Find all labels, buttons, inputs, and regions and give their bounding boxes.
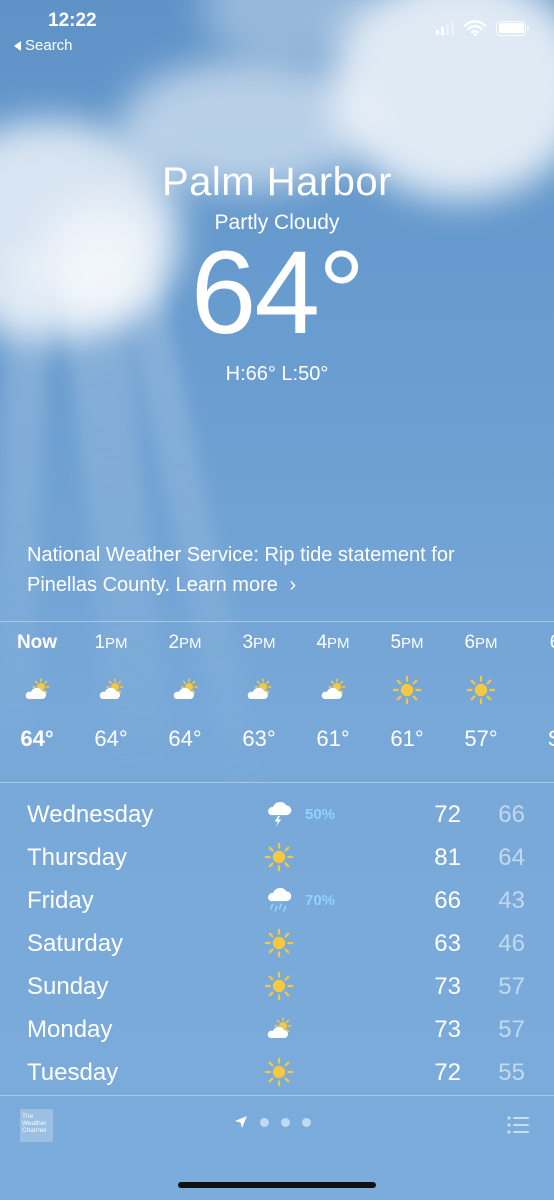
- hour-temperature: 61°: [390, 726, 424, 751]
- back-arrow-icon: [14, 40, 21, 51]
- hour-column: 2PM 64°: [148, 632, 222, 752]
- home-indicator[interactable]: [178, 1182, 376, 1188]
- page-dot: [281, 1117, 290, 1127]
- precip-chance: 70%: [305, 892, 336, 909]
- hour-label: 1PM: [94, 632, 128, 653]
- day-row: Friday 70% 66 43: [27, 879, 527, 922]
- hour-column: 5PM 61°: [370, 632, 444, 752]
- day-row: Saturday 63 46: [27, 922, 527, 965]
- day-high: 73: [434, 1015, 461, 1043]
- partly-cloudy-icon: [74, 662, 148, 718]
- thunderstorm-icon: [261, 797, 297, 831]
- hour-label: 6PM: [464, 632, 498, 653]
- day-name: Saturday: [27, 929, 124, 957]
- hour-label: 5PM: [390, 632, 424, 653]
- sun-icon: [444, 662, 518, 718]
- hour-column: Now 64°: [0, 632, 74, 752]
- divider: [0, 621, 554, 622]
- hour-column: 3PM 63°: [222, 632, 296, 752]
- city-name: Palm Harbor: [161, 160, 392, 204]
- day-row: Sunday 73 57: [27, 965, 527, 1008]
- partly-cloudy-icon: [296, 662, 370, 718]
- day-high: 72: [434, 800, 461, 828]
- rain-icon: [261, 883, 297, 917]
- hour-label: 6: [518, 632, 554, 662]
- hour-column: 6PM 57°: [444, 632, 518, 752]
- day-low: 66: [498, 800, 525, 828]
- hour-column: 4PM 61°: [296, 632, 370, 752]
- hour-column: 6S: [518, 632, 554, 752]
- day-name: Sunday: [27, 972, 109, 1000]
- day-high: 72: [434, 1058, 461, 1086]
- partly-cloudy-icon: [148, 662, 222, 718]
- day-high: 66: [434, 886, 461, 914]
- location-header: Palm Harbor Partly Cloudy 64° H:66° L:50…: [0, 160, 554, 386]
- battery-icon: [496, 20, 529, 36]
- sun-icon: [261, 969, 297, 1003]
- precip-chance: 50%: [305, 806, 336, 823]
- hour-temperature: 64°: [168, 726, 202, 751]
- day-row: Thursday 81 64: [27, 836, 527, 879]
- sun-icon: [261, 1055, 297, 1089]
- day-name: Friday: [27, 886, 94, 914]
- hour-temperature: 61°: [316, 726, 350, 751]
- page-indicator[interactable]: [234, 1115, 311, 1129]
- weather-alert-link[interactable]: National Weather Service: Rip tide state…: [27, 540, 527, 600]
- day-high: 63: [434, 929, 461, 957]
- day-row: Monday 73 57: [27, 1008, 527, 1051]
- day-low: 57: [498, 972, 525, 1000]
- day-high: 81: [434, 843, 461, 871]
- partly-cloudy-icon: [222, 662, 296, 718]
- page-dot: [260, 1117, 269, 1127]
- alert-text: National Weather Service: Rip tide state…: [27, 544, 455, 596]
- hour-temperature: S: [518, 726, 554, 752]
- weather-channel-logo[interactable]: The Weather Channel: [20, 1109, 53, 1142]
- day-low: 57: [498, 1015, 525, 1043]
- day-row: Tuesday 72 55: [27, 1051, 527, 1094]
- sun-icon: [261, 926, 297, 960]
- partly-cloudy-icon: [261, 1012, 297, 1046]
- hour-label: 4PM: [316, 632, 350, 653]
- location-arrow-icon: [235, 1116, 247, 1128]
- partly-cloudy-icon: [0, 662, 74, 718]
- day-low: 55: [498, 1058, 525, 1086]
- current-temperature: 64°: [190, 227, 365, 359]
- day-name: Wednesday: [27, 800, 154, 828]
- hour-temperature: 63°: [242, 726, 276, 751]
- hour-label: Now: [16, 632, 58, 653]
- back-label: Search: [25, 37, 73, 54]
- sun-icon: [261, 840, 297, 874]
- back-to-search[interactable]: Search: [14, 37, 73, 54]
- day-row: Wednesday 50% 72 66: [27, 793, 527, 836]
- sun-icon: [370, 662, 444, 718]
- high-low: H:66° L:50°: [225, 363, 329, 385]
- day-name: Monday: [27, 1015, 113, 1043]
- day-low: 64: [498, 843, 525, 871]
- day-name: Thursday: [27, 843, 128, 871]
- hour-temperature: 57°: [464, 726, 498, 751]
- hour-column: 1PM 64°: [74, 632, 148, 752]
- hour-label: 2PM: [168, 632, 202, 653]
- hour-temperature: 64°: [94, 726, 128, 751]
- status-indicators: [436, 20, 529, 36]
- day-low: 43: [498, 886, 525, 914]
- weather-icon: [518, 662, 554, 718]
- hourly-forecast[interactable]: Now 64° 1PM 64° 2PM 64° 3PM 63° 4PM 61° 5PM 61…: [0, 632, 554, 752]
- hour-temperature: 64°: [20, 726, 54, 751]
- chevron-right-icon: ›: [289, 574, 297, 596]
- day-name: Tuesday: [27, 1058, 119, 1086]
- page-dot: [302, 1117, 311, 1127]
- divider: [0, 782, 554, 783]
- cellular-signal-icon: [436, 21, 454, 35]
- day-low: 46: [498, 929, 525, 957]
- wifi-icon: [464, 20, 486, 36]
- list-icon[interactable]: [507, 1116, 529, 1134]
- divider: [0, 1095, 554, 1096]
- hour-label: 3PM: [242, 632, 276, 653]
- day-high: 73: [434, 972, 461, 1000]
- daily-forecast: Wednesday 50% 72 66 Thursday 81 64 Friday 70% 6…: [27, 793, 527, 1094]
- status-time: 12:22: [48, 10, 97, 31]
